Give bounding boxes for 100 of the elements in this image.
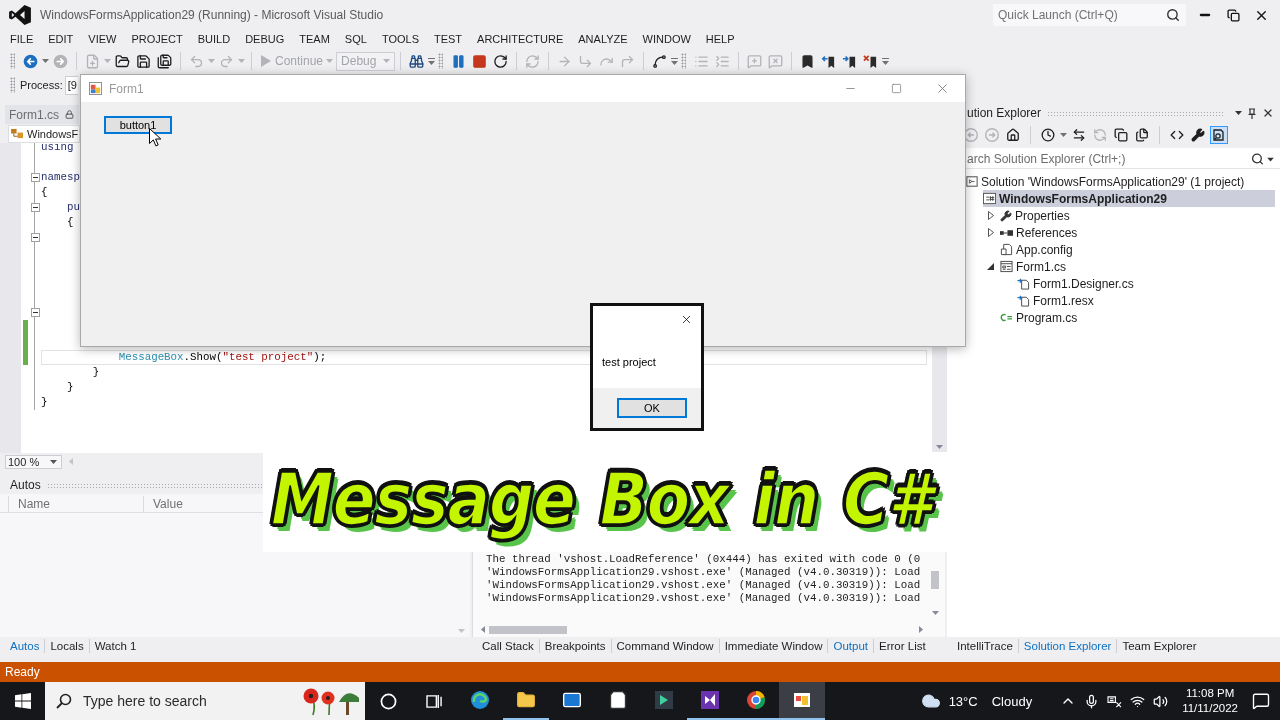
panel-tab[interactable]: Breakpoints xyxy=(539,640,611,652)
taskbar-button[interactable] xyxy=(779,682,825,720)
collapse-icon[interactable] xyxy=(30,308,40,317)
folder-icon[interactable] xyxy=(115,53,130,69)
scrollbar-thumb[interactable] xyxy=(931,571,939,589)
menu-item[interactable]: TEST xyxy=(426,33,470,45)
menu-item[interactable]: HELP xyxy=(698,33,743,45)
editor-tab[interactable]: Form1.cs xyxy=(5,105,79,124)
panel-tab[interactable]: Output xyxy=(828,640,873,652)
panel-title: ution Explorer xyxy=(967,106,1042,120)
lock-icon[interactable] xyxy=(65,110,74,119)
triangle-down-icon[interactable] xyxy=(987,263,994,270)
bookmark-arrow-icon[interactable] xyxy=(842,53,858,69)
panel-tab[interactable]: Immediate Window xyxy=(719,640,828,652)
binoculars-icon[interactable] xyxy=(409,53,425,69)
menu-item[interactable]: ANALYZE xyxy=(570,33,636,45)
circular-arrow-icon[interactable] xyxy=(493,53,509,69)
search-icon[interactable] xyxy=(1166,8,1180,22)
panel-tab[interactable]: Call Stack xyxy=(477,640,539,652)
form-button[interactable]: button1 xyxy=(104,116,172,134)
tree-item[interactable]: Properties xyxy=(1000,207,1074,224)
windows-logo-icon[interactable] xyxy=(14,693,31,709)
panel-tab[interactable]: Locals xyxy=(45,640,89,652)
notification-icon[interactable] xyxy=(1252,692,1270,710)
microphone-icon[interactable] xyxy=(1084,693,1100,709)
tree-item[interactable]: WindowsFormsApplication29 xyxy=(983,190,1275,207)
search-icon[interactable] xyxy=(1251,152,1264,166)
scrollbar-thumb[interactable] xyxy=(489,625,567,634)
process-label: Process: xyxy=(20,79,63,91)
volume-icon[interactable] xyxy=(1153,693,1169,709)
code-line: namesp xyxy=(41,171,80,184)
preview-window-icon[interactable] xyxy=(1210,126,1228,144)
restore-icon[interactable] xyxy=(1226,8,1240,22)
overflow-caret-icon[interactable] xyxy=(428,57,436,65)
taskbar-search-field[interactable]: Type here to search xyxy=(45,682,365,720)
circle-icon[interactable] xyxy=(379,692,397,710)
home-icon[interactable] xyxy=(1004,126,1022,144)
zoom-dropdown[interactable]: 100 % xyxy=(5,454,62,469)
menu-item[interactable]: FILE xyxy=(2,33,41,45)
pause-icon[interactable] xyxy=(451,53,467,69)
navigation-dropdown[interactable]: WindowsF xyxy=(8,124,80,143)
panel-tab[interactable]: Watch 1 xyxy=(89,640,142,652)
tree-item[interactable]: Solution 'WindowsFormsApplication29' (1 project) xyxy=(966,173,1249,190)
bookmark-arrow-icon[interactable] xyxy=(821,53,837,69)
panel-tab[interactable]: IntelliTrace xyxy=(952,640,1018,652)
panel-tab[interactable]: Team Explorer xyxy=(1117,640,1202,652)
files-icon[interactable] xyxy=(1133,126,1151,144)
overflow-caret-icon[interactable] xyxy=(882,57,890,65)
tree-item[interactable]: Form1.cs xyxy=(1000,258,1070,275)
stacked-pages-icon[interactable] xyxy=(1112,126,1130,144)
spline-icon[interactable] xyxy=(652,53,668,69)
menu-item[interactable]: TEAM xyxy=(291,33,338,45)
wrench-icon[interactable] xyxy=(1189,126,1207,144)
menu-item[interactable]: WINDOW xyxy=(635,33,699,45)
panel-tab[interactable]: Command Window xyxy=(611,640,719,652)
task-view-icon[interactable] xyxy=(425,693,443,709)
tree-item[interactable]: Form1.Designer.cs xyxy=(1017,275,1138,292)
collapse-icon[interactable] xyxy=(30,173,40,182)
clock-icon[interactable] xyxy=(1039,126,1057,144)
menu-item[interactable]: DEBUG xyxy=(237,33,292,45)
menu-item[interactable]: BUILD xyxy=(190,33,238,45)
scroll-right-arrow-icon[interactable] xyxy=(919,626,923,633)
triangle-right-icon[interactable] xyxy=(987,211,994,220)
bookmark-icon[interactable] xyxy=(800,53,816,69)
scroll-down-arrow-icon[interactable] xyxy=(936,445,943,449)
caret-down-icon[interactable] xyxy=(1235,111,1242,115)
wifi-icon[interactable] xyxy=(1130,693,1146,709)
panel-tab[interactable]: Autos xyxy=(5,640,45,652)
bookmark-cross-icon[interactable] xyxy=(863,53,879,69)
close-icon[interactable] xyxy=(1262,107,1274,119)
keyboard-language-icon[interactable] xyxy=(1107,694,1123,708)
tree-item[interactable]: App.config xyxy=(1000,241,1077,258)
floppy-disks-icon[interactable] xyxy=(157,53,172,69)
caret-down-icon[interactable] xyxy=(1267,157,1274,161)
menu-item[interactable]: ARCHITECTURE xyxy=(469,33,571,45)
stop-icon[interactable] xyxy=(472,53,488,69)
tree-item[interactable]: References xyxy=(1000,224,1082,241)
code-line: { xyxy=(41,186,48,199)
pin-icon[interactable] xyxy=(1248,107,1256,119)
weather-text: Cloudy xyxy=(991,693,1033,709)
scroll-left-arrow-icon[interactable] xyxy=(481,626,485,633)
menu-item[interactable]: SQL xyxy=(337,33,375,45)
menu-item[interactable]: VIEW xyxy=(80,33,124,45)
menu-item[interactable]: PROJECT xyxy=(123,33,191,45)
panel-tab[interactable]: Error List xyxy=(874,640,931,652)
triangle-right-icon[interactable] xyxy=(987,228,994,237)
tree-item[interactable]: Form1.resx xyxy=(1017,292,1098,309)
collapse-icon[interactable] xyxy=(30,203,40,212)
menu-item[interactable]: EDIT xyxy=(40,33,81,45)
menu-item[interactable]: TOOLS xyxy=(374,33,427,45)
arrow-left-circle-icon[interactable] xyxy=(23,53,38,69)
panel-tab[interactable]: Solution Explorer xyxy=(1018,640,1117,652)
quick-launch-field[interactable]: Quick Launch (Ctrl+Q) xyxy=(993,4,1186,26)
close-icon[interactable] xyxy=(680,313,693,326)
process-field[interactable]: [9 xyxy=(64,75,78,95)
ok-button[interactable]: OK xyxy=(617,398,687,418)
scroll-down-arrow-icon[interactable] xyxy=(931,611,939,615)
collapse-icon[interactable] xyxy=(30,233,40,242)
tree-item[interactable]: Program.cs xyxy=(1000,309,1082,326)
overflow-caret-icon[interactable] xyxy=(671,57,679,65)
